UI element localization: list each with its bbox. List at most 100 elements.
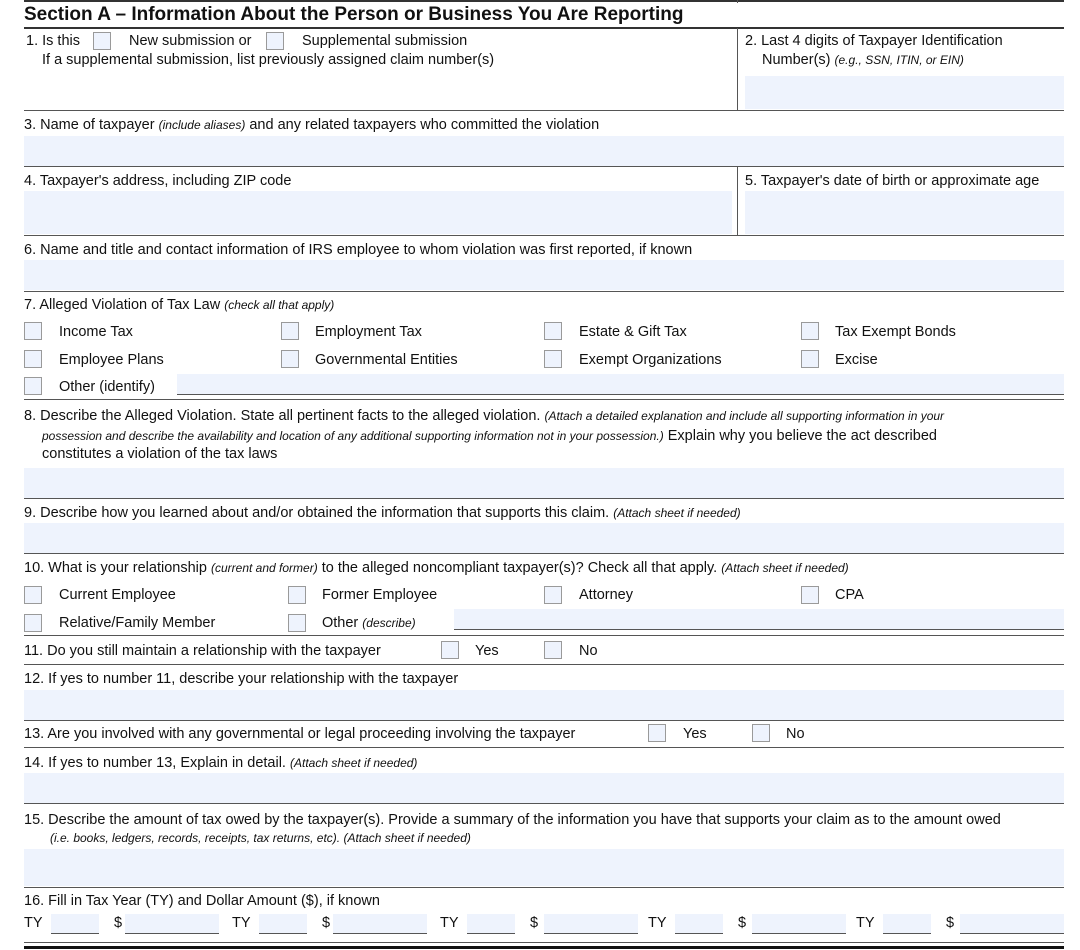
q9-label-text: 9. Describe how you learned about and/or… — [24, 505, 610, 521]
top-divider — [737, 0, 738, 3]
q15-hint: (i.e. books, ledgers, records, receipts,… — [50, 831, 471, 845]
q6-label: 6. Name and title and contact informatio… — [24, 242, 693, 258]
q3-post: and any related taxpayers who committed … — [249, 117, 600, 133]
divider — [24, 498, 1064, 499]
employee-plans-checkbox[interactable] — [24, 350, 42, 368]
dollar-label: $ — [114, 915, 123, 931]
dollar-amount-input-1[interactable] — [125, 914, 219, 934]
dollar-label: $ — [530, 915, 539, 931]
q9-label: 9. Describe how you learned about and/or… — [24, 505, 741, 521]
top-border — [24, 0, 1064, 2]
tax-exempt-bonds-checkbox[interactable] — [801, 322, 819, 340]
former-employee-label: Former Employee — [322, 587, 438, 603]
q12-label: 12. If yes to number 11, describe your r… — [24, 671, 459, 687]
dollar-amount-input-3[interactable] — [544, 914, 638, 934]
tin-last4-input[interactable] — [745, 76, 1064, 109]
other-violation-checkbox[interactable] — [24, 377, 42, 395]
new-submission-label: New submission or — [129, 33, 252, 49]
divider — [24, 635, 1064, 636]
q10-hint2: (Attach sheet if needed) — [721, 561, 849, 575]
section-title: Section A – Information About the Person… — [24, 4, 684, 25]
dollar-amount-input-4[interactable] — [752, 914, 846, 934]
q2-label-number: Number(s) — [762, 52, 831, 68]
employment-tax-label: Employment Tax — [315, 324, 422, 340]
cpa-label: CPA — [835, 587, 864, 603]
cpa-checkbox[interactable] — [801, 586, 819, 604]
tax-year-input-3[interactable] — [467, 914, 515, 934]
tax-year-input-4[interactable] — [675, 914, 723, 934]
q13-no-checkbox[interactable] — [752, 724, 770, 742]
q11-no-checkbox[interactable] — [544, 641, 562, 659]
attorney-checkbox[interactable] — [544, 586, 562, 604]
q8-hint1: (Attach a detailed explanation and inclu… — [544, 409, 945, 423]
former-employee-checkbox[interactable] — [288, 586, 306, 604]
information-source-input[interactable] — [24, 523, 1064, 553]
taxpayer-name-input[interactable] — [24, 136, 1064, 166]
q2-label-line2: Number(s) (e.g., SSN, ITIN, or EIN) — [762, 52, 964, 68]
q14-label-text: 14. If yes to number 13, Explain in deta… — [24, 755, 286, 771]
tax-year-input-5[interactable] — [883, 914, 931, 934]
q3-hint: (include aliases) — [158, 118, 246, 132]
other-relationship-checkbox[interactable] — [288, 614, 306, 632]
supplemental-submission-checkbox[interactable] — [266, 32, 284, 50]
estate-gift-tax-label: Estate & Gift Tax — [579, 324, 687, 340]
taxpayer-dob-input[interactable] — [745, 191, 1064, 234]
exempt-organizations-checkbox[interactable] — [544, 350, 562, 368]
excise-checkbox[interactable] — [801, 350, 819, 368]
tax-year-input-1[interactable] — [51, 914, 99, 934]
other-violation-input[interactable] — [177, 374, 1064, 395]
other-relationship-label: Other (describe) — [322, 615, 416, 631]
supplemental-submission-label: Supplemental submission — [302, 33, 468, 49]
taxpayer-address-input[interactable] — [24, 191, 732, 234]
exempt-organizations-label: Exempt Organizations — [579, 352, 722, 368]
income-tax-checkbox[interactable] — [24, 322, 42, 340]
estate-gift-tax-checkbox[interactable] — [544, 322, 562, 340]
employee-plans-label: Employee Plans — [59, 352, 164, 368]
q5-divider — [737, 167, 738, 236]
governmental-entities-checkbox[interactable] — [281, 350, 299, 368]
divider — [24, 166, 1064, 167]
ty-label: TY — [440, 915, 459, 931]
q9-hint: (Attach sheet if needed) — [613, 506, 741, 520]
q10-label: 10. What is your relationship (current a… — [24, 560, 849, 576]
bottom-border — [24, 946, 1064, 949]
dollar-amount-input-5[interactable] — [960, 914, 1064, 934]
q3-label: 3. Name of taxpayer (include aliases) an… — [24, 117, 599, 133]
income-tax-label: Income Tax — [59, 324, 133, 340]
other-relationship-input[interactable] — [454, 609, 1064, 630]
q1-sublabel: If a supplemental submission, list previ… — [42, 52, 495, 68]
attorney-label: Attorney — [579, 587, 633, 603]
divider — [24, 664, 1064, 665]
q11-yes-label: Yes — [475, 643, 499, 659]
claim-numbers-input[interactable] — [24, 72, 734, 108]
q10-post: to the alleged noncompliant taxpayer(s)?… — [321, 560, 718, 576]
relative-family-label: Relative/Family Member — [59, 615, 216, 631]
q10-pre: 10. What is your relationship — [24, 560, 207, 576]
legal-proceeding-detail-input[interactable] — [24, 773, 1064, 803]
divider — [24, 720, 1064, 721]
violation-description-input[interactable] — [24, 468, 1064, 498]
q8-line2: possession and describe the availability… — [42, 428, 937, 444]
employment-tax-checkbox[interactable] — [281, 322, 299, 340]
tax-owed-description-input[interactable] — [24, 849, 1064, 886]
governmental-entities-label: Governmental Entities — [315, 352, 458, 368]
q10-hint: (current and former) — [210, 561, 318, 575]
dollar-label: $ — [322, 915, 331, 931]
q13-label: 13. Are you involved with any government… — [24, 726, 576, 742]
q16-label: 16. Fill in Tax Year (TY) and Dollar Amo… — [24, 893, 380, 909]
q7-label: 7. Alleged Violation of Tax Law (check a… — [24, 297, 334, 313]
q14-hint: (Attach sheet if needed) — [290, 756, 418, 770]
dollar-amount-input-2[interactable] — [333, 914, 427, 934]
divider — [24, 887, 1064, 888]
new-submission-checkbox[interactable] — [93, 32, 111, 50]
irs-employee-input[interactable] — [24, 260, 1064, 290]
relative-family-checkbox[interactable] — [24, 614, 42, 632]
q7-hint: (check all that apply) — [224, 298, 335, 312]
q11-yes-checkbox[interactable] — [441, 641, 459, 659]
relationship-description-input[interactable] — [24, 690, 1064, 720]
tax-year-input-2[interactable] — [259, 914, 307, 934]
q2-label: 2. Last 4 digits of Taxpayer Identificat… — [745, 33, 1003, 49]
divider — [24, 291, 1064, 292]
current-employee-checkbox[interactable] — [24, 586, 42, 604]
q13-yes-checkbox[interactable] — [648, 724, 666, 742]
